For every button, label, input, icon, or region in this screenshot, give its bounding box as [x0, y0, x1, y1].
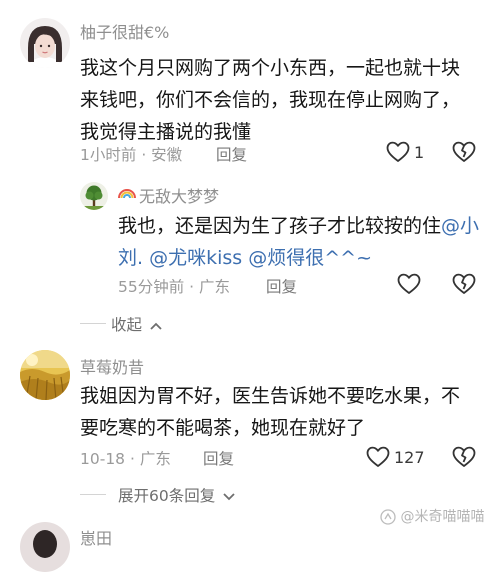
comment-text: 我姐因为胃不好，医生告诉她不要吃水果，不要吃寒的不能喝茶，她现在就好了 — [80, 385, 461, 439]
dislike-icon[interactable] — [452, 273, 476, 295]
like-button[interactable]: 1 — [386, 140, 436, 166]
comment-text: 我这个月只网购了两个小东西，一起也就十块来钱吧，你们不会信的，我现在停止网购了，… — [80, 57, 461, 143]
reply-location: 广东 — [199, 278, 231, 296]
avatar[interactable] — [20, 18, 70, 68]
comment-location: 安徽 — [151, 146, 183, 164]
reply-button[interactable]: 回复 — [203, 447, 234, 469]
reply-time: 55分钟前 — [118, 278, 185, 296]
chevron-up-icon — [149, 321, 163, 331]
reply-meta: 55分钟前 · 广东 — [118, 275, 230, 297]
heart-icon — [397, 273, 421, 295]
chevron-down-icon — [222, 492, 236, 502]
rainbow-icon — [117, 184, 137, 200]
dislike-icon[interactable] — [452, 141, 476, 163]
avatar[interactable] — [80, 182, 108, 210]
divider — [80, 494, 106, 495]
dislike-icon[interactable] — [452, 446, 476, 468]
comment-location: 广东 — [139, 450, 171, 468]
reply-text: 我也，还是因为生了孩子才比较按的住@小刘. @尤咪kiss @烦得很^^~ — [118, 210, 480, 274]
reply-button[interactable]: 回复 — [216, 143, 247, 165]
like-button[interactable]: 127 — [366, 445, 436, 471]
avatar[interactable] — [20, 522, 70, 572]
like-button[interactable] — [397, 272, 425, 298]
collapse-label: 收起 — [111, 316, 143, 334]
like-count: 1 — [414, 143, 425, 162]
meta-separator: · — [129, 450, 140, 468]
like-count: 127 — [394, 448, 425, 467]
collapse-replies-button[interactable]: 收起 — [111, 313, 163, 335]
watermark-text: @米奇喵喵喵 — [400, 509, 485, 525]
comment-username[interactable]: 柚子很甜€% — [80, 19, 169, 43]
avatar[interactable] — [20, 350, 70, 400]
divider — [80, 323, 106, 324]
expand-replies-button[interactable]: 展开60条回复 — [118, 484, 236, 506]
comment-meta: 1小时前 · 安徽 — [80, 143, 182, 165]
watermark: @米奇喵喵喵 — [380, 506, 484, 526]
mention-link[interactable]: @尤咪kiss — [149, 247, 242, 269]
heart-icon — [386, 141, 410, 163]
meta-separator: · — [189, 278, 200, 296]
comment-meta: 10-18 · 广东 — [80, 447, 171, 469]
heart-icon — [366, 446, 390, 468]
watermark-logo-icon — [380, 509, 396, 525]
comment-username[interactable]: 草莓奶昔 — [80, 354, 144, 378]
meta-separator: · — [141, 146, 152, 164]
reply-button[interactable]: 回复 — [266, 275, 297, 297]
comment-time: 10-18 — [80, 450, 126, 468]
expand-label: 展开60条回复 — [118, 487, 216, 505]
mention-link[interactable]: @烦得很^^~ — [248, 247, 372, 269]
reply-text-prefix: 我也，还是因为生了孩子才比较按的住 — [118, 215, 442, 237]
reply-username[interactable]: 无敌大梦梦 — [139, 183, 219, 207]
comment-time: 1小时前 — [80, 146, 137, 164]
comment-username[interactable]: 崽田 — [80, 525, 112, 549]
